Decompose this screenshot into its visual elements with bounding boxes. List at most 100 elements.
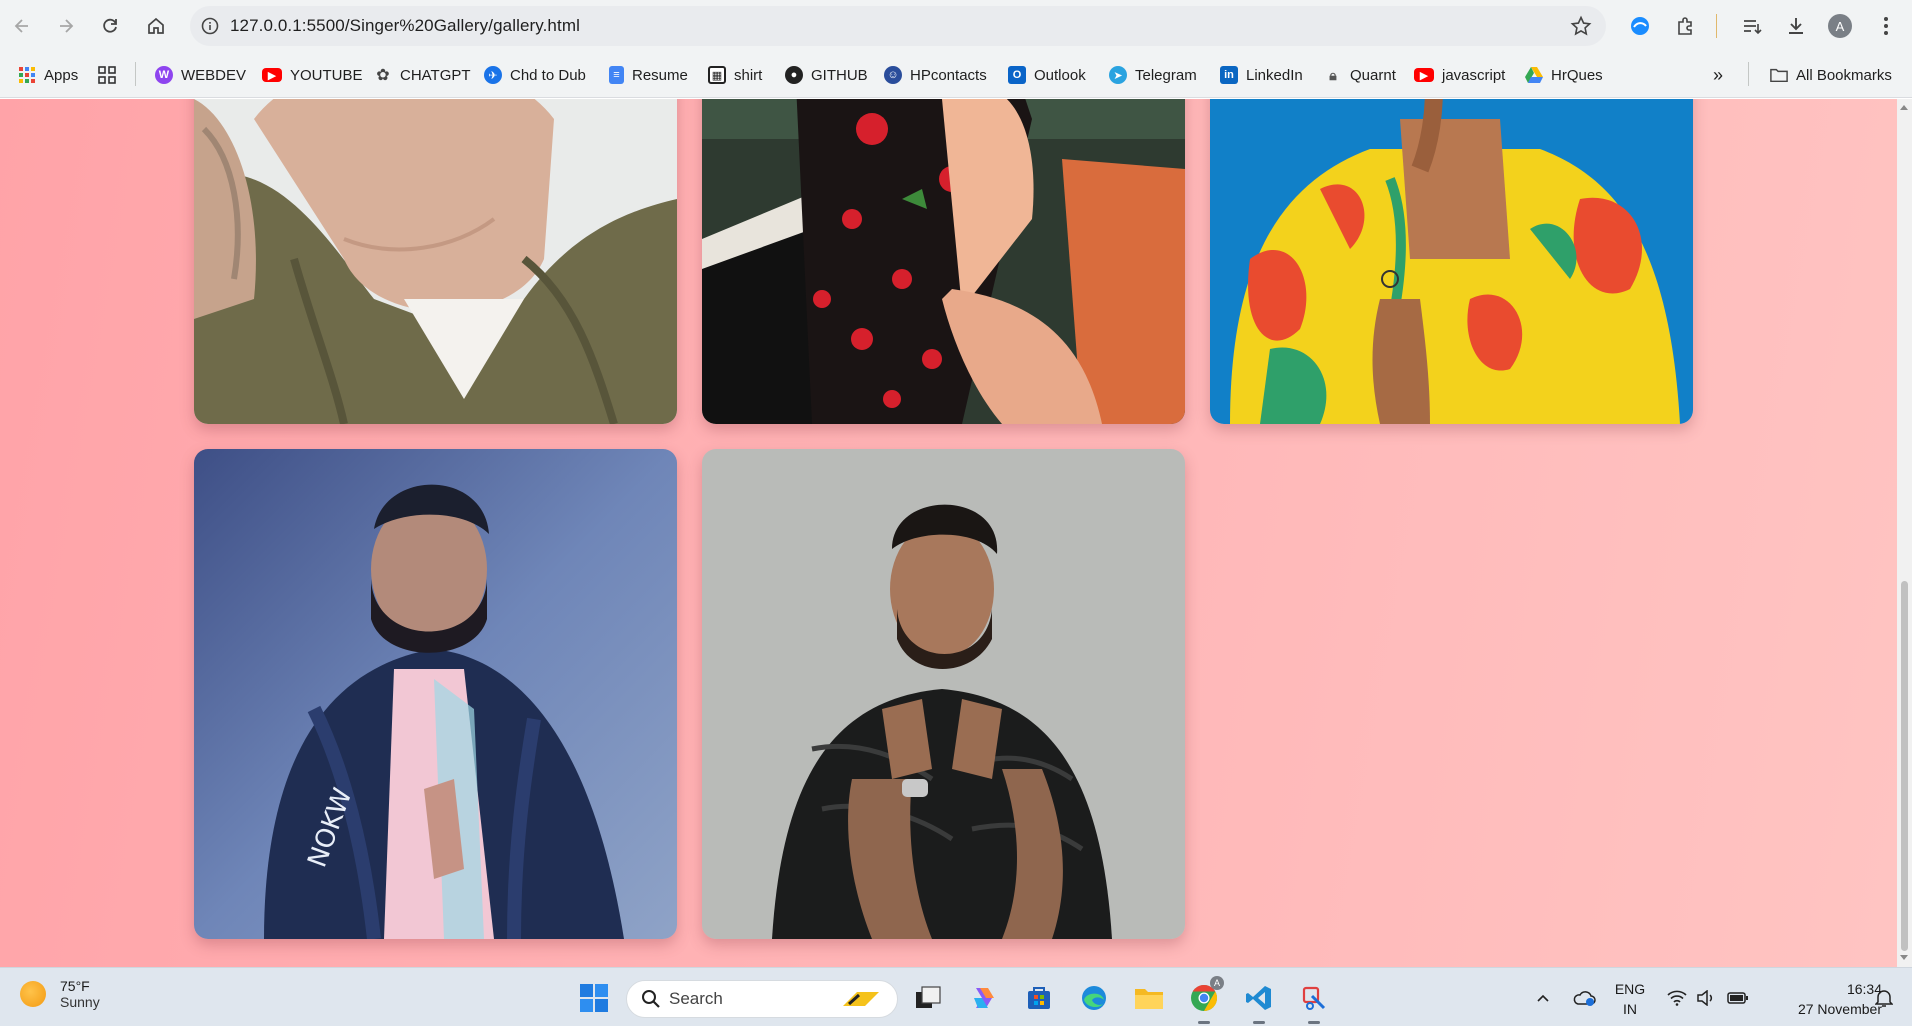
chrome-profile-badge: A: [1210, 976, 1224, 990]
scroll-up-arrow-icon[interactable]: [1900, 105, 1908, 110]
chatgpt-icon: ✿: [376, 67, 390, 84]
language-code: ENG: [1614, 981, 1646, 997]
gallery-card-1[interactable]: [194, 99, 677, 424]
tab-groups-icon[interactable]: [98, 62, 116, 88]
site-info-icon[interactable]: [190, 17, 230, 35]
taskbar: 75°F Sunny Search A ENG IN 16:34 27 Nove…: [0, 967, 1912, 1026]
downloads-icon[interactable]: [1776, 6, 1816, 46]
bookmark-label: CHATGPT: [400, 66, 471, 84]
gallery-card-5[interactable]: [702, 449, 1185, 939]
bookmark-javascript[interactable]: ▶ javascript: [1414, 62, 1505, 88]
clock-time: 16:34: [1846, 981, 1882, 997]
drive-icon: [1525, 66, 1543, 84]
singer-photo-floral-dress: [702, 99, 1185, 424]
home-button[interactable]: [134, 6, 178, 46]
weather-desc: Sunny: [60, 994, 100, 1010]
notification-bell-icon[interactable]: [1870, 968, 1898, 1026]
extensions-puzzle-icon[interactable]: [1666, 6, 1706, 46]
weather-widget[interactable]: 75°F Sunny: [20, 978, 100, 1010]
microsoft-store-icon[interactable]: [1021, 980, 1057, 1016]
more-bookmarks-chevron-icon[interactable]: »: [1713, 62, 1723, 88]
address-bar[interactable]: 127.0.0.1:5500/Singer%20Gallery/gallery.…: [190, 6, 1606, 46]
scroll-down-arrow-icon[interactable]: [1900, 955, 1908, 960]
gallery-card-3[interactable]: [1210, 99, 1693, 424]
bookmark-quarnt[interactable]: 🔒︎ Quarnt: [1324, 62, 1396, 88]
docs-icon: ≡: [609, 66, 624, 84]
show-hidden-icons-chevron-icon[interactable]: [1530, 968, 1556, 1026]
bookmark-chd-to-dub[interactable]: ✈ Chd to Dub: [484, 62, 586, 88]
arrow-left-icon: [14, 19, 28, 33]
start-windows-icon[interactable]: [576, 980, 612, 1016]
bookmark-youtube[interactable]: ▶ YOUTUBE: [262, 62, 363, 88]
reload-icon: [103, 18, 117, 33]
snipping-tool-icon[interactable]: [1296, 980, 1332, 1016]
battery-icon[interactable]: [1724, 968, 1752, 1026]
gallery-page: NOKW: [0, 99, 1897, 967]
bookmark-label: GITHUB: [811, 66, 868, 84]
sun-icon: [20, 981, 46, 1007]
singer-photo-puffer-jacket: [702, 449, 1185, 939]
gallery-card-2[interactable]: [702, 99, 1185, 424]
bookmark-label: Chd to Dub: [510, 66, 586, 84]
reading-list-icon[interactable]: [1732, 6, 1772, 46]
singer-photo-leather-jacket: NOKW: [194, 449, 677, 939]
search-highlight-icon: [839, 988, 883, 1012]
language-indicator[interactable]: ENG IN: [1612, 979, 1648, 1019]
bookmark-hrques[interactable]: HrQues: [1525, 62, 1603, 88]
page-scrollbar[interactable]: [1897, 99, 1912, 967]
file-explorer-icon[interactable]: [1131, 980, 1167, 1016]
wifi-icon[interactable]: [1664, 968, 1690, 1026]
profile-avatar[interactable]: A: [1820, 6, 1860, 46]
bookmark-label: Telegram: [1135, 66, 1197, 84]
menu-kebab-icon[interactable]: [1866, 6, 1906, 46]
task-view-icon[interactable]: [910, 980, 946, 1016]
bookmark-linkedin[interactable]: in LinkedIn: [1220, 62, 1303, 88]
back-button[interactable]: [0, 6, 44, 46]
folder-icon: [1770, 66, 1788, 84]
search-label: Search: [669, 989, 723, 1008]
bookmark-star-icon[interactable]: [1570, 15, 1592, 41]
bookmark-github[interactable]: ● GITHUB: [785, 62, 868, 88]
shirt-icon: ▦: [708, 66, 726, 84]
gallery-card-4[interactable]: NOKW: [194, 449, 677, 939]
singer-photo-hawaiian-shirt: [1210, 99, 1693, 424]
edge-browser-icon[interactable]: [1076, 980, 1112, 1016]
vscode-icon[interactable]: [1241, 980, 1277, 1016]
all-bookmarks-button[interactable]: All Bookmarks: [1770, 62, 1892, 88]
bookmark-chatgpt[interactable]: ✿ CHATGPT: [374, 62, 471, 88]
linkedin-icon: in: [1220, 66, 1238, 84]
region-code: IN: [1623, 1001, 1637, 1017]
forward-button[interactable]: [44, 6, 88, 46]
bookmark-hpcontacts[interactable]: ☺ HPcontacts: [884, 62, 987, 88]
chrome-active-indicator: [1198, 1021, 1210, 1024]
scrollbar-thumb[interactable]: [1901, 581, 1908, 951]
bookmark-resume[interactable]: ≡ Resume: [609, 62, 688, 88]
reload-button[interactable]: [88, 6, 132, 46]
bookmark-webdev[interactable]: W WEBDEV: [155, 62, 246, 88]
youtube-icon: ▶: [1414, 68, 1434, 82]
bookmarks-bar: Apps W WEBDEV ▶ YOUTUBE ✿ CHATGPT ✈ Chd …: [0, 52, 1912, 98]
vscode-active-indicator: [1253, 1021, 1265, 1024]
chrome-icon[interactable]: A: [1186, 976, 1224, 1016]
bookmark-telegram[interactable]: ➤ Telegram: [1109, 62, 1197, 88]
bookmark-label: Resume: [632, 66, 688, 84]
bookmark-shirt[interactable]: ▦ shirt: [708, 62, 762, 88]
plane-icon: ✈: [484, 66, 502, 84]
all-bookmarks-label: All Bookmarks: [1796, 66, 1892, 84]
taskbar-search[interactable]: Search: [626, 980, 898, 1018]
onedrive-cloud-icon[interactable]: [1570, 968, 1598, 1026]
webdev-icon: W: [155, 66, 173, 84]
bookmark-label: shirt: [734, 66, 763, 84]
browser-toolbar: 127.0.0.1:5500/Singer%20Gallery/gallery.…: [0, 0, 1912, 52]
arrow-right-icon: [60, 19, 74, 33]
bookmark-outlook[interactable]: O Outlook: [1008, 62, 1086, 88]
system-clock[interactable]: 16:34 27 November: [1762, 979, 1882, 1019]
lock-icon: 🔒︎: [1329, 66, 1337, 83]
bookmark-apps[interactable]: Apps: [18, 62, 78, 88]
extension-swirl-icon[interactable]: [1620, 6, 1660, 46]
volume-icon[interactable]: [1693, 968, 1719, 1026]
copilot-icon[interactable]: [966, 980, 1002, 1016]
bookmark-label: javascript: [1442, 66, 1506, 84]
clock-date: 27 November: [1797, 1001, 1882, 1017]
hp-icon: ☺: [884, 66, 902, 84]
